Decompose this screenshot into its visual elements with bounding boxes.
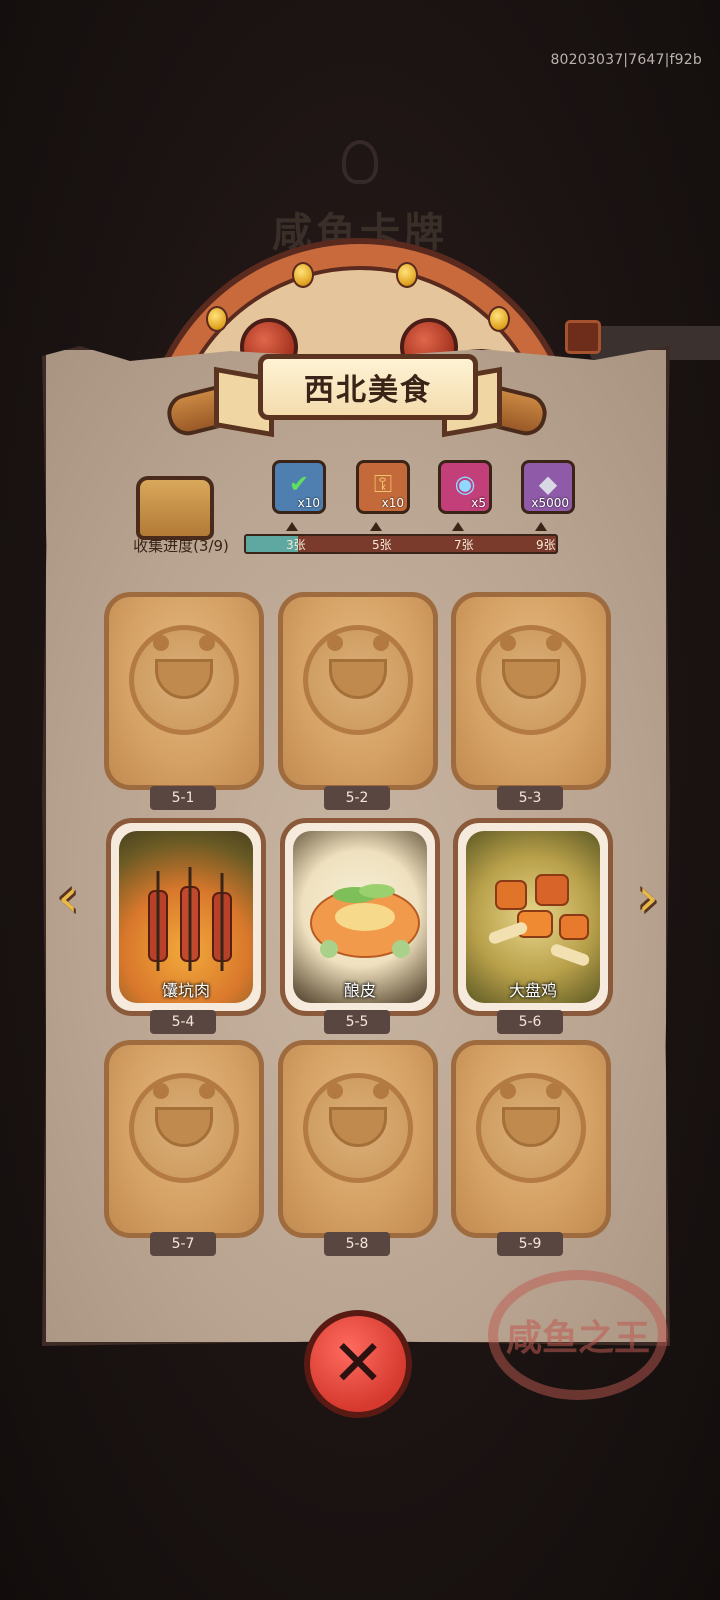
reward-5-button[interactable]: ⚿ x10 [356,460,410,514]
chest-check-icon: ✔ [288,470,310,498]
card-5-1[interactable] [104,592,264,790]
locked-eye [546,635,562,651]
crystal-icon: ◆ [538,470,558,498]
reward-7-button[interactable]: ◉ x5 [438,460,492,514]
milestone-label: 7张 [454,538,474,552]
milestone-label: 5张 [372,538,392,552]
card-id-label: 5-6 [497,1010,563,1034]
chevron-left-icon[interactable]: ‹ [44,868,92,932]
card-5-3[interactable] [451,592,611,790]
locked-eye [199,635,215,651]
card-id-label: 5-4 [150,1010,216,1034]
milestone-marker [452,522,464,531]
close-button[interactable]: ✕ [304,1310,412,1418]
card-id-label: 5-2 [324,786,390,810]
milestone-marker [535,522,547,531]
rivet-icon [488,306,510,332]
background-emblem [342,140,378,184]
card-id-label: 5-7 [150,1232,216,1256]
locked-eye [327,635,343,651]
reward-quantity: x5 [471,496,486,510]
reward-quantity: x5000 [531,496,569,510]
milestone-label: 3张 [286,538,306,552]
locked-eye [199,1083,215,1099]
collection-progress-label: 收集进度(3/9) [133,537,229,555]
locked-eye [500,635,516,651]
milestone-label: 9张 [536,538,556,552]
reward-9-button[interactable]: ◆ x5000 [521,460,575,514]
scroll-key-icon: ⚿ [373,470,393,498]
close-icon: ✕ [331,1327,385,1401]
locked-eye [373,1083,389,1099]
reward-quantity: x10 [381,496,404,510]
title-ribbon: 西北美食 [258,354,478,420]
card-5-2[interactable] [278,592,438,790]
reward-quantity: x10 [297,496,320,510]
card-5-5[interactable]: 酿皮 [280,818,440,1016]
rivet-icon [206,306,228,332]
card-id-label: 5-8 [324,1232,390,1256]
chevron-right-icon[interactable]: › [624,868,672,932]
card-id-label: 5-1 [150,786,216,810]
page-title: 西北美食 [304,373,432,408]
background-chest-icon [565,320,601,354]
build-id: 80203037|7647|f92b [550,52,702,68]
locked-eye [327,1083,343,1099]
food-name: 馕坑肉 [161,981,210,1000]
card-5-9[interactable] [451,1040,611,1238]
milestone-marker [286,522,298,531]
locked-eye [546,1083,562,1099]
food-name: 酿皮 [343,981,376,1000]
milestone-marker [370,522,382,531]
swirl-orb-icon: ◉ [454,470,476,498]
card-5-8[interactable] [278,1040,438,1238]
card-id-label: 5-5 [324,1010,390,1034]
collection-card-icon [136,476,214,540]
locked-eye [373,635,389,651]
card-5-6[interactable]: 大盘鸡 [453,818,613,1016]
locked-eye [500,1083,516,1099]
card-5-7[interactable] [104,1040,264,1238]
card-id-label: 5-3 [497,786,563,810]
rivet-icon [292,262,314,288]
food-name: 大盘鸡 [508,981,557,1000]
locked-eye [153,635,169,651]
reward-3-button[interactable]: ✔ x10 [272,460,326,514]
card-id-label: 5-9 [497,1232,563,1256]
card-5-4[interactable]: 馕坑肉 [106,818,266,1016]
rivet-icon [396,262,418,288]
stamp-seal: 咸鱼之王 [488,1270,668,1400]
locked-eye [153,1083,169,1099]
